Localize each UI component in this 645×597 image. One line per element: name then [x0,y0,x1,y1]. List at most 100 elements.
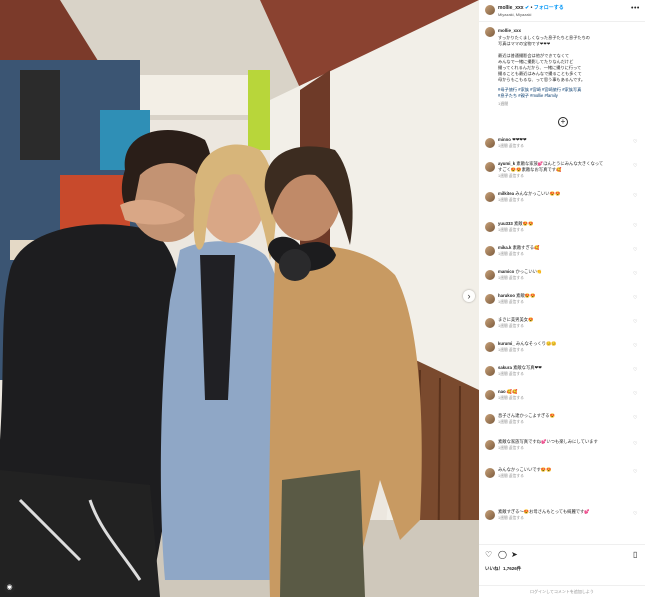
comment-text: 🥰🥰 [506,389,518,394]
commenter-username[interactable]: minno [498,137,511,142]
commenter-avatar[interactable] [485,192,495,202]
chevron-right-icon: › [467,291,471,301]
comment-text: 素敵😍😍 [514,221,534,226]
commenter-username[interactable]: kurumi_ [498,341,515,346]
commenter-username[interactable]: yuu333 [498,221,513,226]
comment-icon[interactable]: ◯ [498,550,507,559]
caption-avatar[interactable] [485,27,495,37]
comment-like-icon[interactable]: ♡ [633,511,637,517]
comment-text: かっこいい👏 [515,269,543,274]
add-comment-prompt[interactable]: ログインしてコメントを追加しよう [479,585,645,597]
commenter-avatar[interactable] [485,510,495,520]
commenter-avatar[interactable] [485,468,495,478]
comment-text: みんなそっくり😊😊 [515,341,557,346]
plus-circle-icon[interactable]: + [558,117,568,127]
commenter-username[interactable]: ayumi_k [498,161,515,166]
commenter-username[interactable]: milkitea [498,191,514,196]
comment-text: みんなかっこいい😍😍 [515,191,561,196]
commenter-avatar[interactable] [485,390,495,400]
commenter-username[interactable]: mika.k [498,245,511,250]
author-username-text[interactable]: mollie_xxx [498,5,524,11]
comment-like-icon[interactable]: ♡ [633,193,637,199]
commenter-avatar[interactable] [485,318,495,328]
comment-text: すごく😍😍素敵なお写真です🥰 [498,167,562,172]
comment-text: ❤❤❤❤ [512,137,527,142]
caption-line: 母からもこもるな、って思う事もあるんです。 [498,77,586,82]
commenter-avatar[interactable] [485,414,495,424]
user-tag-icon[interactable]: ◉ [4,582,15,593]
comment-meta[interactable]: 1週間 返信する [498,174,628,179]
comment-like-icon[interactable]: ♡ [633,441,637,447]
comment-text: 素敵すぎる〜😍お母さんもとっても綺麗です💕 [498,509,590,514]
commenter-username[interactable]: nao [498,389,506,394]
comment-like-icon[interactable]: ♡ [633,319,637,325]
caption-username[interactable]: mollie_xxx [498,28,521,33]
comment-like-icon[interactable]: ♡ [633,223,637,229]
comment-like-icon[interactable]: ♡ [633,469,637,475]
commenter-avatar[interactable] [485,342,495,352]
comment-text: 素敵な写真❤❤ [513,365,542,370]
post-header: mollie_xxx ✔ • フォローする Miyazaki, Miyazaki… [479,0,645,22]
follow-button[interactable]: フォローする [534,5,564,11]
commenter-username[interactable]: sakura [498,365,512,370]
comment-meta[interactable]: 1週間 返信する [498,252,628,257]
comment-like-icon[interactable]: ♡ [633,163,637,169]
commenter-avatar[interactable] [485,162,495,172]
like-count[interactable]: いいね！1,7626件 [485,566,521,572]
caption-hashtags[interactable]: #息子たち #親子 #mollie #family [498,93,638,99]
author-username[interactable]: mollie_xxx ✔ • フォローする [498,4,564,11]
commenter-avatar[interactable] [485,246,495,256]
caption-timestamp: 1週間 [498,101,509,106]
post-location[interactable]: Miyazaki, Miyazaki [498,12,531,17]
share-icon[interactable]: ➤ [511,550,518,559]
comment-meta[interactable]: 1週間 返信する [498,324,628,329]
comment-text: まさに美男美女😍 [498,317,534,322]
comment-meta[interactable]: 1週間 返信する [498,446,628,451]
photo-illustration [0,0,479,597]
commenter-avatar[interactable] [485,222,495,232]
heart-icon[interactable]: ♡ [485,550,492,559]
comment-meta[interactable]: 1週間 返信する [498,228,628,233]
commenter-avatar[interactable] [485,366,495,376]
commenter-avatar[interactable] [485,270,495,280]
verified-badge-icon: ✔ [524,5,530,11]
comment-meta[interactable]: 1週間 返信する [498,420,628,425]
carousel-next-button[interactable]: › [463,290,475,302]
comment-like-icon[interactable]: ♡ [633,391,637,397]
comment-text: 素敵😍😍 [516,293,536,298]
commenter-avatar[interactable] [485,440,495,450]
comment-text: 素敵な家族写真ですね💕いつも楽しみにしています [498,439,598,444]
comment-meta[interactable]: 1週間 返信する [498,396,628,401]
caption-text: すっかりたくましくなった息子たちと息子たちの 写真はママの宝物です❤❤❤ 最近は… [498,35,638,107]
comment-meta[interactable]: 1週間 返信する [498,300,628,305]
comment-meta[interactable]: 1週間 返信する [498,348,628,353]
comment-meta[interactable]: 1週間 返信する [498,144,628,149]
comment-like-icon[interactable]: ♡ [633,367,637,373]
comment-meta[interactable]: 1週間 返信する [498,198,628,203]
comment-like-icon[interactable]: ♡ [633,415,637,421]
comment-meta[interactable]: 1週間 返信する [498,276,628,281]
commenter-username[interactable]: mamico [498,269,514,274]
bookmark-icon[interactable]: ▯ [633,550,637,559]
dot-separator: • [530,5,533,11]
comment-like-icon[interactable]: ♡ [633,295,637,301]
commenter-avatar[interactable] [485,138,495,148]
post-sidebar: mollie_xxx ✔ • フォローする Miyazaki, Miyazaki… [479,0,645,597]
more-options-icon[interactable]: ••• [631,5,640,12]
comment-like-icon[interactable]: ♡ [633,247,637,253]
post-actions: ♡ ◯ ➤ ▯ いいね！1,7626件 ログインしてコメントを追加しよう [479,544,645,597]
comment-like-icon[interactable]: ♡ [633,271,637,277]
author-avatar[interactable] [485,5,495,15]
comment-text: 息子さん達かっこよすぎる😍 [498,413,555,418]
comment-meta[interactable]: 1週間 返信する [498,372,628,377]
post-photo[interactable]: › ◉ [0,0,479,597]
comment-like-icon[interactable]: ♡ [633,139,637,145]
comment-text: 素敵すぎる🥰 [512,245,540,250]
commenter-avatar[interactable] [485,294,495,304]
comment-text: 素敵な家族💕ほんとうにみんな大きくなって [516,161,604,166]
comment-meta[interactable]: 1週間 返信する [498,516,628,521]
commenter-username[interactable]: harukoo [498,293,515,298]
comment-text: みんなかっこいいです😍😍 [498,467,552,472]
comment-like-icon[interactable]: ♡ [633,343,637,349]
comment-meta[interactable]: 1週間 返信する [498,474,628,479]
